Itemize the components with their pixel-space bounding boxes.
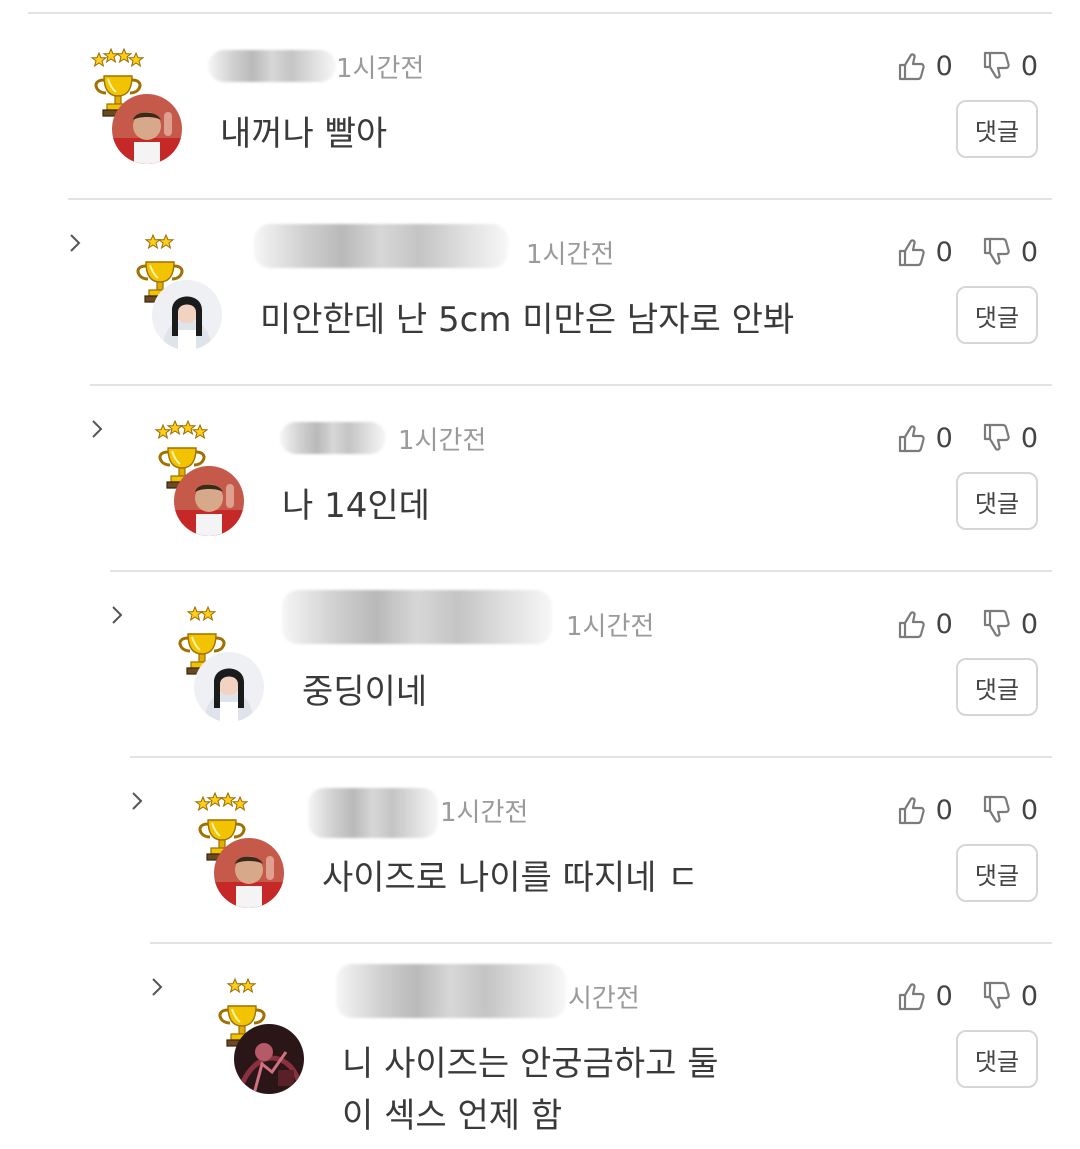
dislike-count: 0	[1020, 608, 1038, 640]
thumbs-up-icon	[898, 239, 925, 267]
comment-item: 1시간전 미안한데 난 5cm 미만은 남자로 안봐 0 0 댓글	[68, 198, 1052, 386]
like-button[interactable]: 0	[894, 236, 953, 268]
dislike-count: 0	[1020, 236, 1038, 268]
comment-item: 1시간전 내꺼나 빨아 0 0 댓글	[28, 12, 1052, 200]
dislike-button[interactable]: 0	[979, 50, 1038, 82]
comment-text: 니 사이즈는 안궁금하고 둘이 섹스 언제 함	[342, 1044, 719, 1136]
thumbs-up-icon	[898, 797, 925, 825]
like-button[interactable]: 0	[894, 980, 953, 1012]
reply-button[interactable]: 댓글	[956, 658, 1038, 716]
dislike-button[interactable]: 0	[979, 794, 1038, 826]
username-blurred	[208, 50, 336, 82]
avatar[interactable]	[174, 466, 244, 536]
chevron-right-icon[interactable]	[64, 232, 86, 254]
dislike-count: 0	[1020, 980, 1038, 1012]
vote-group: 0 0	[894, 604, 1038, 644]
comment-time: 1시간전	[526, 240, 615, 270]
thumbs-down-icon	[983, 237, 1010, 265]
reply-button[interactable]: 댓글	[956, 1030, 1038, 1088]
chevron-right-icon[interactable]	[146, 976, 168, 998]
vote-group: 0 0	[894, 790, 1038, 830]
like-count: 0	[935, 608, 953, 640]
avatar[interactable]	[194, 652, 264, 722]
username-blurred	[254, 224, 508, 268]
dislike-button[interactable]: 0	[979, 236, 1038, 268]
chevron-right-icon[interactable]	[126, 790, 148, 812]
like-count: 0	[935, 794, 953, 826]
avatar[interactable]	[112, 94, 182, 164]
comment-text: 사이즈로 나이를 따지네 ㄷ	[322, 858, 699, 898]
vote-group: 0 0	[894, 46, 1038, 86]
like-button[interactable]: 0	[894, 794, 953, 826]
username-blurred	[308, 788, 438, 838]
comment-time: 1시간전	[566, 612, 655, 642]
thumbs-down-icon	[983, 423, 1010, 451]
reply-button[interactable]: 댓글	[956, 286, 1038, 344]
dislike-button[interactable]: 0	[979, 980, 1038, 1012]
avatar[interactable]	[214, 838, 284, 908]
dislike-button[interactable]: 0	[979, 608, 1038, 640]
comment-item: 1시간전 사이즈로 나이를 따지네 ㄷ 0 0 댓글	[130, 756, 1052, 944]
like-button[interactable]: 0	[894, 422, 953, 454]
comment-text: 내꺼나 빨아	[220, 114, 388, 154]
dislike-count: 0	[1020, 422, 1038, 454]
username-blurred	[282, 590, 552, 644]
username-blurred	[280, 422, 386, 454]
avatar[interactable]	[234, 1024, 304, 1094]
like-count: 0	[935, 50, 953, 82]
comment-item: 1시간전 중딩이네 0 0 댓글	[110, 570, 1052, 758]
like-count: 0	[935, 236, 953, 268]
like-button[interactable]: 0	[894, 608, 953, 640]
username-blurred	[336, 964, 566, 1018]
like-button[interactable]: 0	[894, 50, 953, 82]
dislike-count: 0	[1020, 794, 1038, 826]
comment-time: 1시간전	[398, 426, 487, 456]
comment-time: 1시간전	[440, 798, 529, 828]
thumbs-down-icon	[983, 609, 1010, 637]
thumbs-up-icon	[898, 53, 925, 81]
comment-text: 중딩이네	[302, 672, 428, 712]
chevron-right-icon[interactable]	[106, 604, 128, 626]
dislike-button[interactable]: 0	[979, 422, 1038, 454]
vote-group: 0 0	[894, 418, 1038, 458]
comment-item: 시간전 니 사이즈는 안궁금하고 둘이 섹스 언제 함 0 0 댓글	[150, 942, 1052, 1149]
thumbs-up-icon	[898, 425, 925, 453]
avatar[interactable]	[152, 280, 222, 350]
thumbs-up-icon	[898, 983, 925, 1011]
reply-button[interactable]: 댓글	[956, 472, 1038, 530]
vote-group: 0 0	[894, 232, 1038, 272]
like-count: 0	[935, 422, 953, 454]
comment-thread: 1시간전 내꺼나 빨아 0 0 댓글 1시간전 미안한데 난 5cm 미만은 남…	[0, 0, 1080, 1147]
comment-item: 1시간전 나 14인데 0 0 댓글	[90, 384, 1052, 572]
reply-button[interactable]: 댓글	[956, 844, 1038, 902]
comment-time: 시간전	[568, 984, 640, 1014]
thumbs-up-icon	[898, 611, 925, 639]
comment-text: 나 14인데	[282, 486, 430, 526]
comment-text: 미안한데 난 5cm 미만은 남자로 안봐	[260, 300, 795, 340]
like-count: 0	[935, 980, 953, 1012]
comment-time: 1시간전	[336, 54, 425, 84]
thumbs-down-icon	[983, 795, 1010, 823]
dislike-count: 0	[1020, 50, 1038, 82]
chevron-right-icon[interactable]	[86, 418, 108, 440]
reply-button[interactable]: 댓글	[956, 100, 1038, 158]
vote-group: 0 0	[894, 976, 1038, 1016]
thumbs-down-icon	[983, 981, 1010, 1009]
thumbs-down-icon	[983, 51, 1010, 79]
